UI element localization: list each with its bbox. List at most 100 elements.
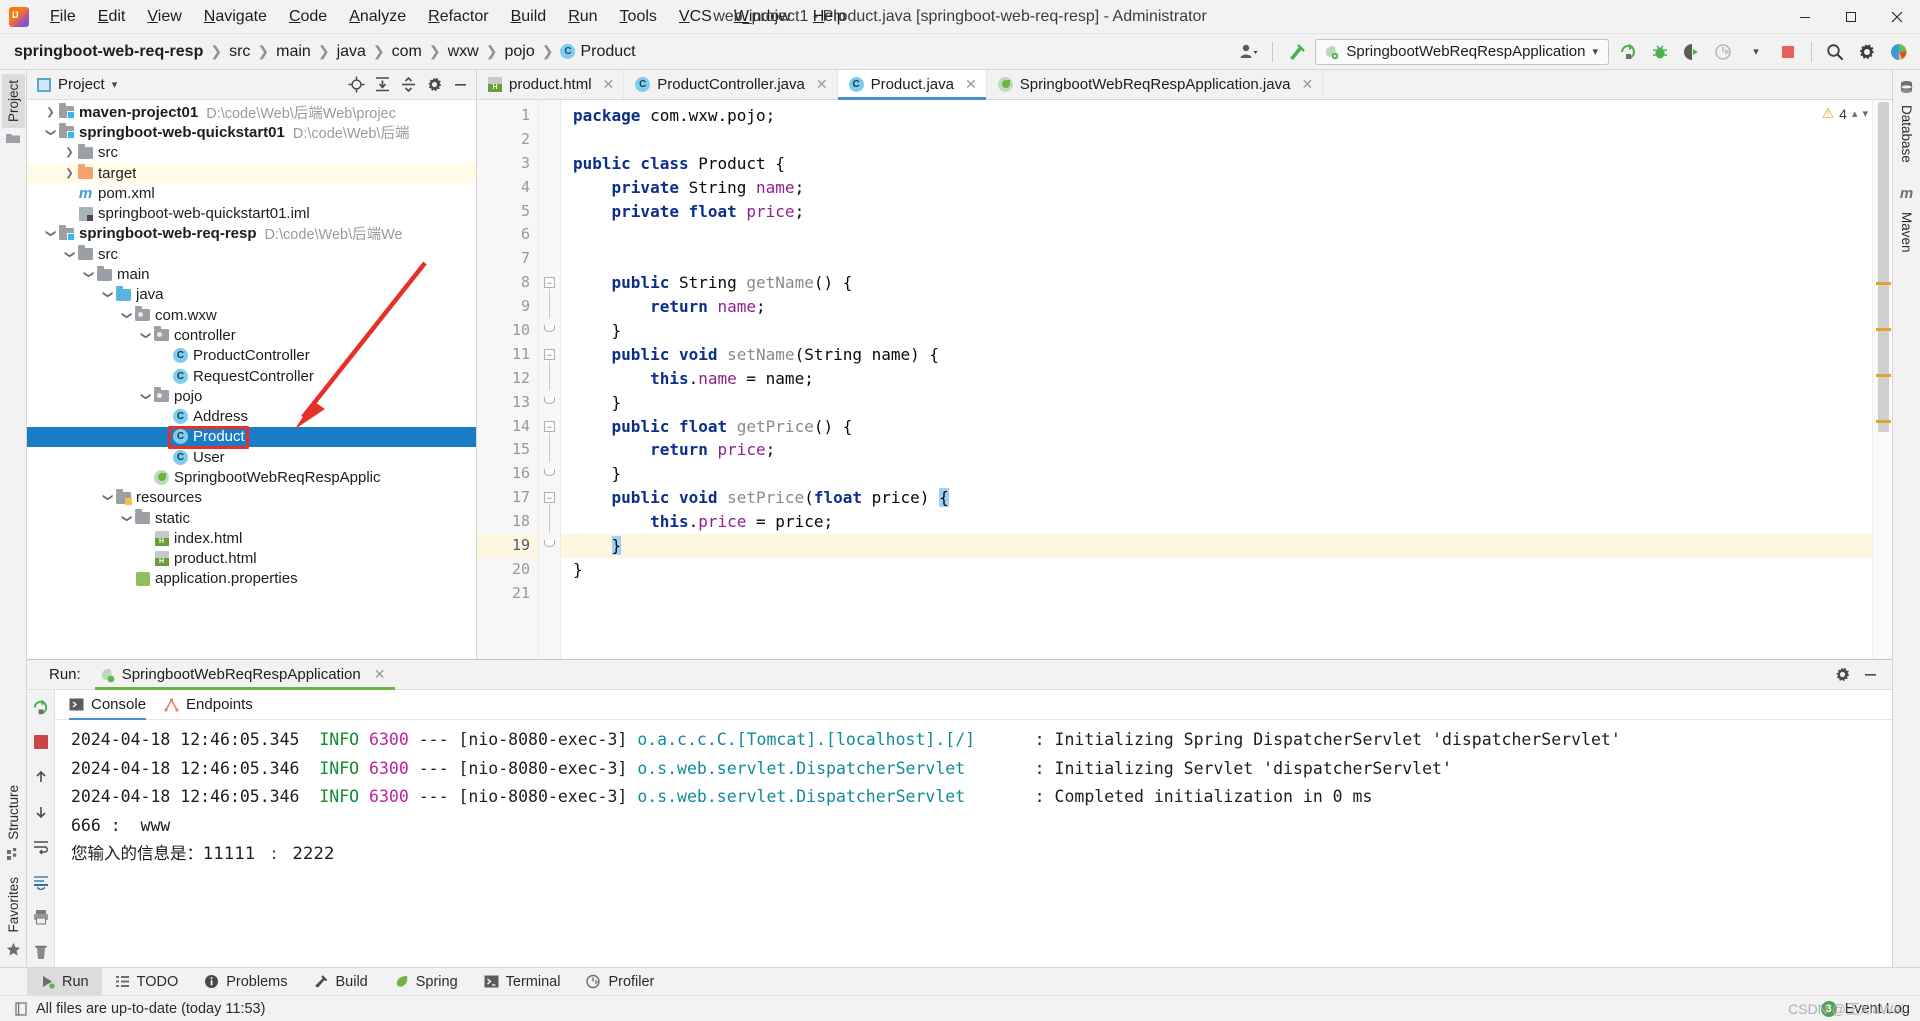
rerun-icon[interactable] xyxy=(30,696,52,718)
hide-icon[interactable] xyxy=(448,73,472,97)
rerun-icon[interactable] xyxy=(1615,39,1641,65)
tree-node-com-wxw[interactable]: ❯ com.wxw xyxy=(27,305,476,325)
project-tree[interactable]: ❯ maven-project01 D:\code\Web\后端Web\projec… xyxy=(27,100,476,659)
line-number[interactable]: 21 xyxy=(477,582,538,606)
line-number[interactable]: 16 xyxy=(477,462,538,486)
close-icon[interactable]: ✕ xyxy=(816,76,828,93)
rail-tab-project[interactable]: Project xyxy=(2,74,25,129)
line-number[interactable]: 2 xyxy=(477,128,538,152)
bottom-tab-profiler[interactable]: Profiler xyxy=(573,968,667,995)
chevron-down-icon[interactable]: ❯ xyxy=(121,511,132,526)
print-icon[interactable] xyxy=(30,906,52,928)
hide-icon[interactable] xyxy=(1858,663,1882,687)
chevron-up-icon[interactable]: ▴ xyxy=(1852,107,1858,120)
line-number[interactable]: 1 xyxy=(477,104,538,128)
editor-tab-product-html[interactable]: product.html ✕ xyxy=(477,70,625,99)
breadcrumb-item-product[interactable]: C Product xyxy=(558,41,637,63)
gear-icon[interactable] xyxy=(1854,39,1880,65)
breadcrumb-item-java[interactable]: java xyxy=(335,41,368,63)
code-line[interactable]: public void setPrice(float price) { xyxy=(561,486,1872,510)
fold-expand-icon[interactable]: − xyxy=(544,492,555,504)
tree-node-java[interactable]: ❯ java xyxy=(27,285,476,305)
run-configuration-selector[interactable]: SpringbootWebReqRespApplication ▾ xyxy=(1315,38,1609,65)
soft-wrap-icon[interactable] xyxy=(30,836,52,858)
fold-collapse-icon[interactable] xyxy=(544,468,555,476)
menu-help[interactable]: Help xyxy=(802,4,857,30)
profiler-icon[interactable] xyxy=(1711,39,1737,65)
code-line[interactable]: } xyxy=(561,391,1872,415)
tree-node-requestcontroller[interactable]: C RequestController xyxy=(27,366,476,386)
line-number[interactable]: 12 xyxy=(477,367,538,391)
editor-scrollbar[interactable] xyxy=(1878,100,1889,659)
code-line[interactable]: public void setName(String name) { xyxy=(561,343,1872,367)
tree-node-target[interactable]: ❯ target xyxy=(27,162,476,184)
editor-tab-product-java[interactable]: C Product.java ✕ xyxy=(837,70,987,100)
tree-node-index-html[interactable]: index.html xyxy=(27,528,476,548)
editor-tab-productcontroller-java[interactable]: C ProductController.java ✕ xyxy=(624,70,838,99)
warning-marker[interactable] xyxy=(1876,374,1891,377)
line-number[interactable]: 18 xyxy=(477,510,538,534)
warning-marker[interactable] xyxy=(1876,328,1891,331)
scroll-up-icon[interactable] xyxy=(30,766,52,788)
chevron-down-icon[interactable]: ❯ xyxy=(45,226,56,241)
run-subtab-endpoints[interactable]: Endpoints xyxy=(164,690,253,720)
locate-icon[interactable] xyxy=(344,73,368,97)
code-line[interactable]: public float getPrice() { xyxy=(561,415,1872,439)
code-line[interactable]: public String getName() { xyxy=(561,271,1872,295)
menu-window[interactable]: Window xyxy=(723,4,802,30)
chevron-right-icon[interactable]: ❯ xyxy=(62,147,77,158)
fold-expand-icon[interactable]: − xyxy=(544,349,555,360)
line-number[interactable]: 9 xyxy=(477,295,538,319)
chevron-down-icon[interactable]: ▾ xyxy=(1743,39,1769,65)
chevron-down-icon[interactable]: ❯ xyxy=(102,287,113,302)
menu-navigate[interactable]: Navigate xyxy=(193,4,278,30)
line-number[interactable]: 7 xyxy=(477,247,538,271)
gear-icon[interactable] xyxy=(422,73,446,97)
tree-node-controller[interactable]: ❯ controller xyxy=(27,325,476,345)
chevron-down-icon[interactable]: ▾ xyxy=(112,78,118,91)
line-number[interactable]: 6 xyxy=(477,223,538,247)
chevron-down-icon[interactable]: ❯ xyxy=(102,490,113,505)
line-number[interactable]: 3 xyxy=(477,152,538,176)
code-editor[interactable]: 1 2 3 4 5 6 7 8 9 10 11 12 13 14 15 16 17 18 19 20 21 − − − − p… xyxy=(477,100,1892,659)
line-number[interactable]: 11 xyxy=(477,343,538,367)
chevron-right-icon[interactable]: ❯ xyxy=(43,107,58,118)
collapse-all-icon[interactable] xyxy=(396,73,420,97)
breadcrumb-item-main[interactable]: main xyxy=(274,41,313,63)
chevron-down-icon[interactable]: ❯ xyxy=(83,267,94,282)
stop-icon[interactable] xyxy=(30,731,52,753)
expand-all-icon[interactable] xyxy=(370,73,394,97)
rail-tab-maven[interactable]: Maven xyxy=(1895,206,1918,259)
breadcrumb-item-springboot-web-req-resp[interactable]: springboot-web-req-resp xyxy=(12,41,205,63)
error-stripe-marker[interactable] xyxy=(1872,100,1892,659)
warning-marker[interactable] xyxy=(1876,282,1891,285)
close-icon[interactable]: ✕ xyxy=(1301,76,1313,93)
code-line[interactable]: return name; xyxy=(561,295,1872,319)
bottom-tab-todo[interactable]: TODO xyxy=(102,968,192,995)
breadcrumb-item-pojo[interactable]: pojo xyxy=(502,41,536,63)
menu-edit[interactable]: Edit xyxy=(87,4,137,30)
fold-collapse-icon[interactable] xyxy=(544,325,555,333)
bottom-tab-spring[interactable]: Spring xyxy=(381,968,471,995)
bottom-tab-terminal[interactable]: Terminal xyxy=(471,968,574,995)
line-number[interactable]: 5 xyxy=(477,200,538,224)
bottom-tab-problems[interactable]: Problems xyxy=(191,968,300,995)
tree-node-maven-project01[interactable]: ❯ maven-project01 D:\code\Web\后端Web\projec xyxy=(27,102,476,122)
code-line[interactable]: this.price = price; xyxy=(561,510,1872,534)
line-number[interactable]: 13 xyxy=(477,391,538,415)
tree-node-application-properties[interactable]: application.properties xyxy=(27,569,476,589)
tree-node-resources[interactable]: ❯ resources xyxy=(27,488,476,508)
tree-node-main[interactable]: ❯ main xyxy=(27,264,476,284)
tree-node-src[interactable]: ❯ src xyxy=(27,143,476,163)
chevron-down-icon[interactable]: ▾ xyxy=(1592,45,1598,58)
search-icon[interactable] xyxy=(1822,39,1848,65)
close-icon[interactable]: ✕ xyxy=(603,76,615,93)
code-line[interactable] xyxy=(561,247,1872,271)
breadcrumb-item-com[interactable]: com xyxy=(390,41,424,63)
code-line[interactable]: } xyxy=(561,462,1872,486)
warning-marker[interactable] xyxy=(1876,420,1891,423)
chevron-down-icon[interactable]: ❯ xyxy=(45,125,56,140)
chevron-right-icon[interactable]: ❯ xyxy=(62,168,77,179)
menu-run[interactable]: Run xyxy=(557,4,608,30)
rail-tab-structure[interactable]: Structure xyxy=(2,779,25,846)
